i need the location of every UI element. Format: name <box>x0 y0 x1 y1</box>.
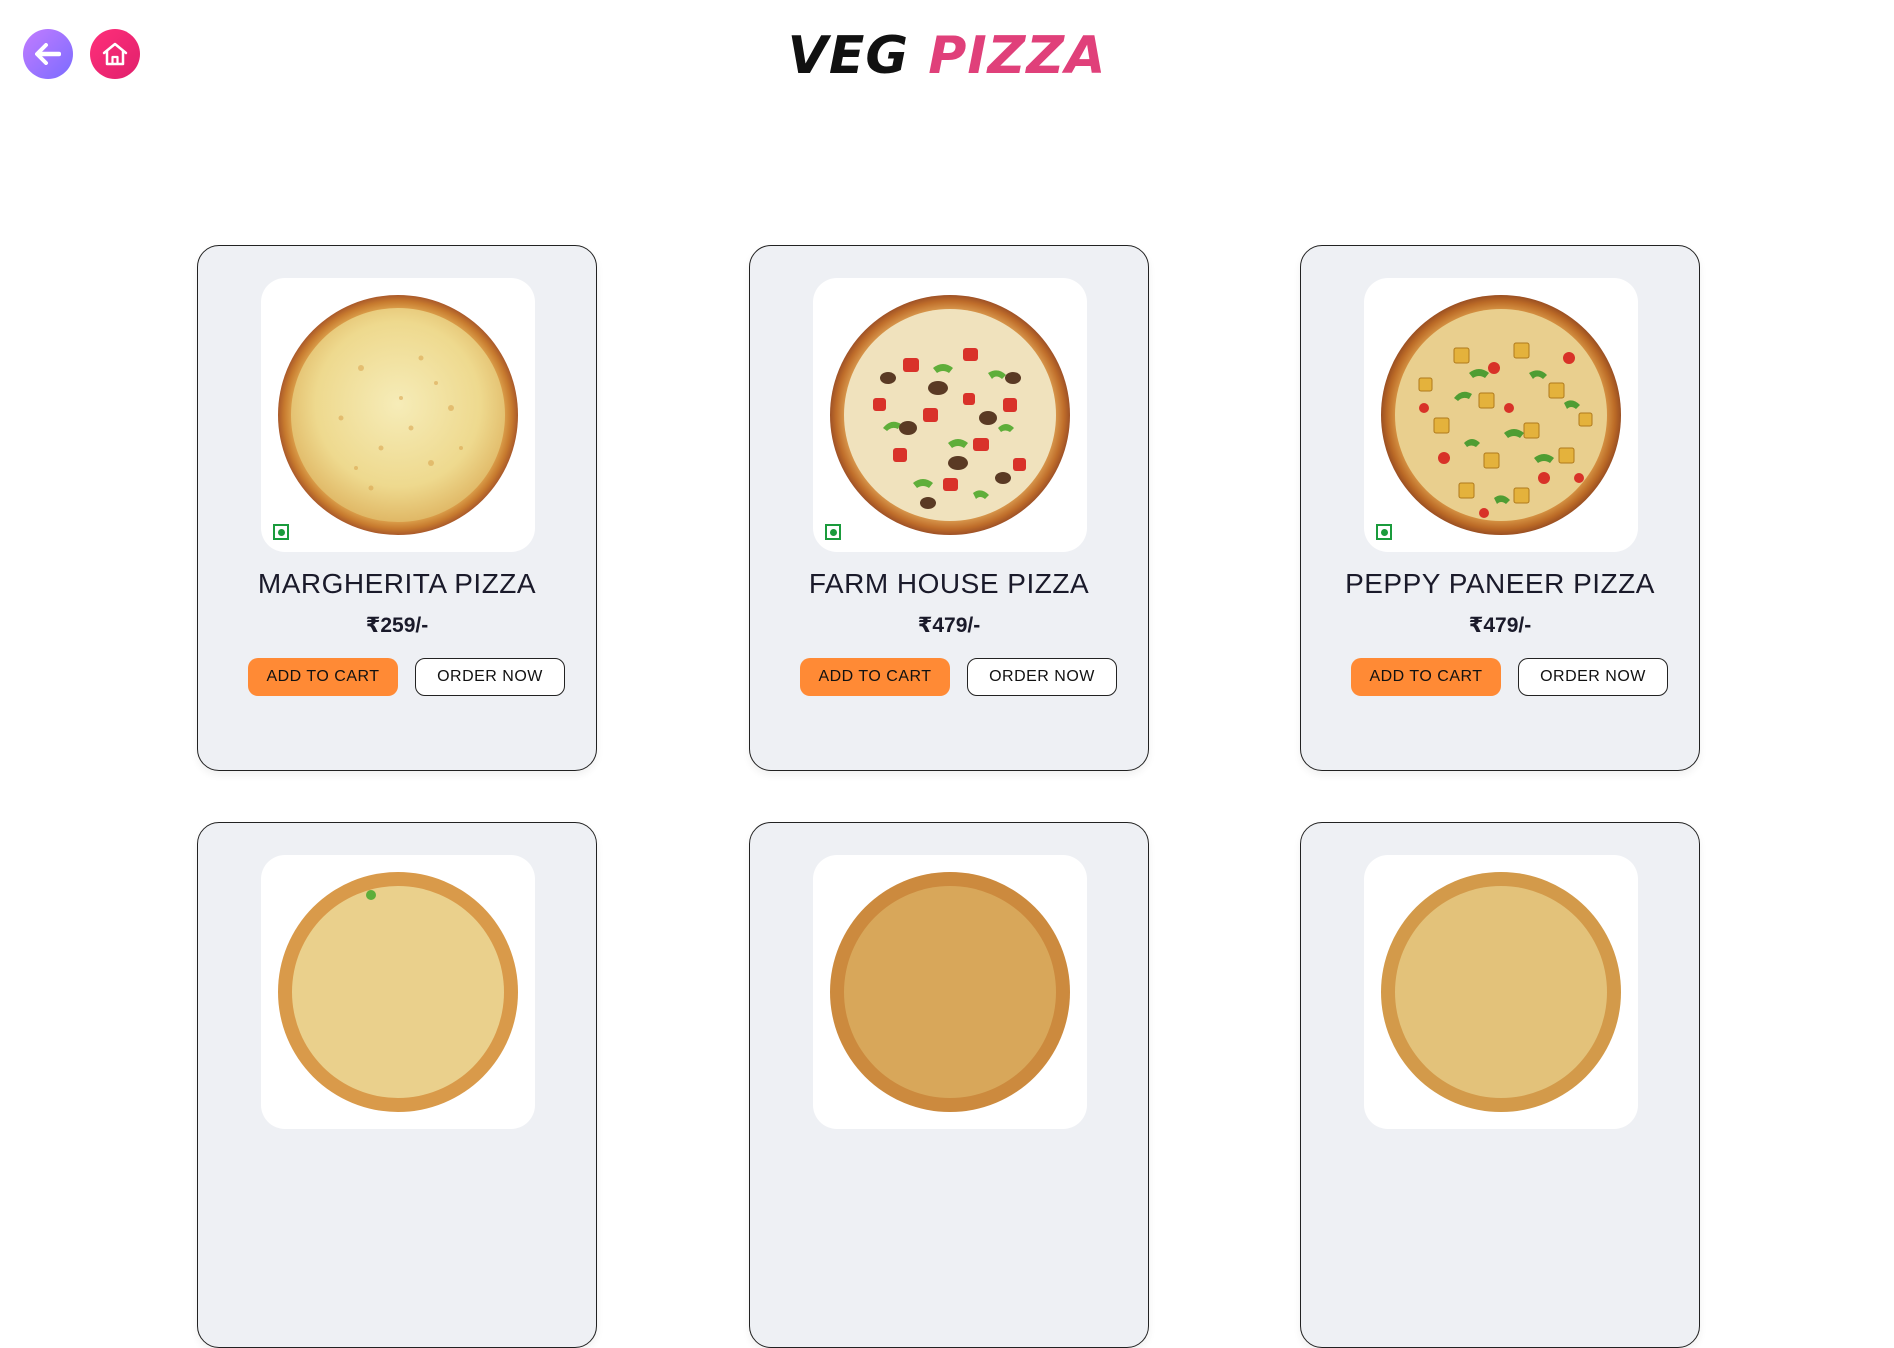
veg-indicator-icon <box>825 524 841 540</box>
product-price: ₹479/- <box>1468 614 1532 637</box>
product-card <box>749 822 1149 1348</box>
pizza-image <box>830 295 1070 535</box>
product-price: ₹479/- <box>917 614 981 637</box>
order-now-button[interactable]: ORDER NOW <box>967 658 1117 696</box>
product-image[interactable] <box>1364 855 1638 1129</box>
product-card-farm-house: FARM HOUSE PIZZA ₹479/- ADD TO CART ORDE… <box>749 245 1149 771</box>
veg-indicator-icon <box>273 524 289 540</box>
page-title: VEG PIZZA <box>0 26 1894 86</box>
add-to-cart-button[interactable]: ADD TO CART <box>1351 658 1501 696</box>
product-card-margherita: MARGHERITA PIZZA ₹259/- ADD TO CART ORDE… <box>197 245 597 771</box>
product-name: PEPPY PANEER PIZZA <box>1345 568 1655 599</box>
product-image[interactable] <box>813 855 1087 1129</box>
page-title-word-2: PIZZA <box>928 26 1107 86</box>
product-image[interactable] <box>261 855 535 1129</box>
pizza-image <box>830 872 1070 1112</box>
product-image-peppy-paneer[interactable] <box>1364 278 1638 552</box>
pizza-image <box>278 872 518 1112</box>
veg-indicator-icon <box>1376 524 1392 540</box>
product-name: MARGHERITA PIZZA <box>257 568 537 599</box>
product-image-farm-house[interactable] <box>813 278 1087 552</box>
product-name: FARM HOUSE PIZZA <box>808 568 1090 599</box>
page-title-word-1: VEG <box>787 26 910 86</box>
product-card-peppy-paneer: PEPPY PANEER PIZZA ₹479/- ADD TO CART OR… <box>1300 245 1700 771</box>
product-card <box>1300 822 1700 1348</box>
order-now-button[interactable]: ORDER NOW <box>1518 658 1668 696</box>
pizza-image <box>278 295 518 535</box>
add-to-cart-button[interactable]: ADD TO CART <box>800 658 950 696</box>
product-image-margherita[interactable] <box>261 278 535 552</box>
order-now-button[interactable]: ORDER NOW <box>415 658 565 696</box>
product-card <box>197 822 597 1348</box>
pizza-image <box>1381 872 1621 1112</box>
product-price: ₹259/- <box>365 614 429 637</box>
pizza-image <box>1381 295 1621 535</box>
add-to-cart-button[interactable]: ADD TO CART <box>248 658 398 696</box>
